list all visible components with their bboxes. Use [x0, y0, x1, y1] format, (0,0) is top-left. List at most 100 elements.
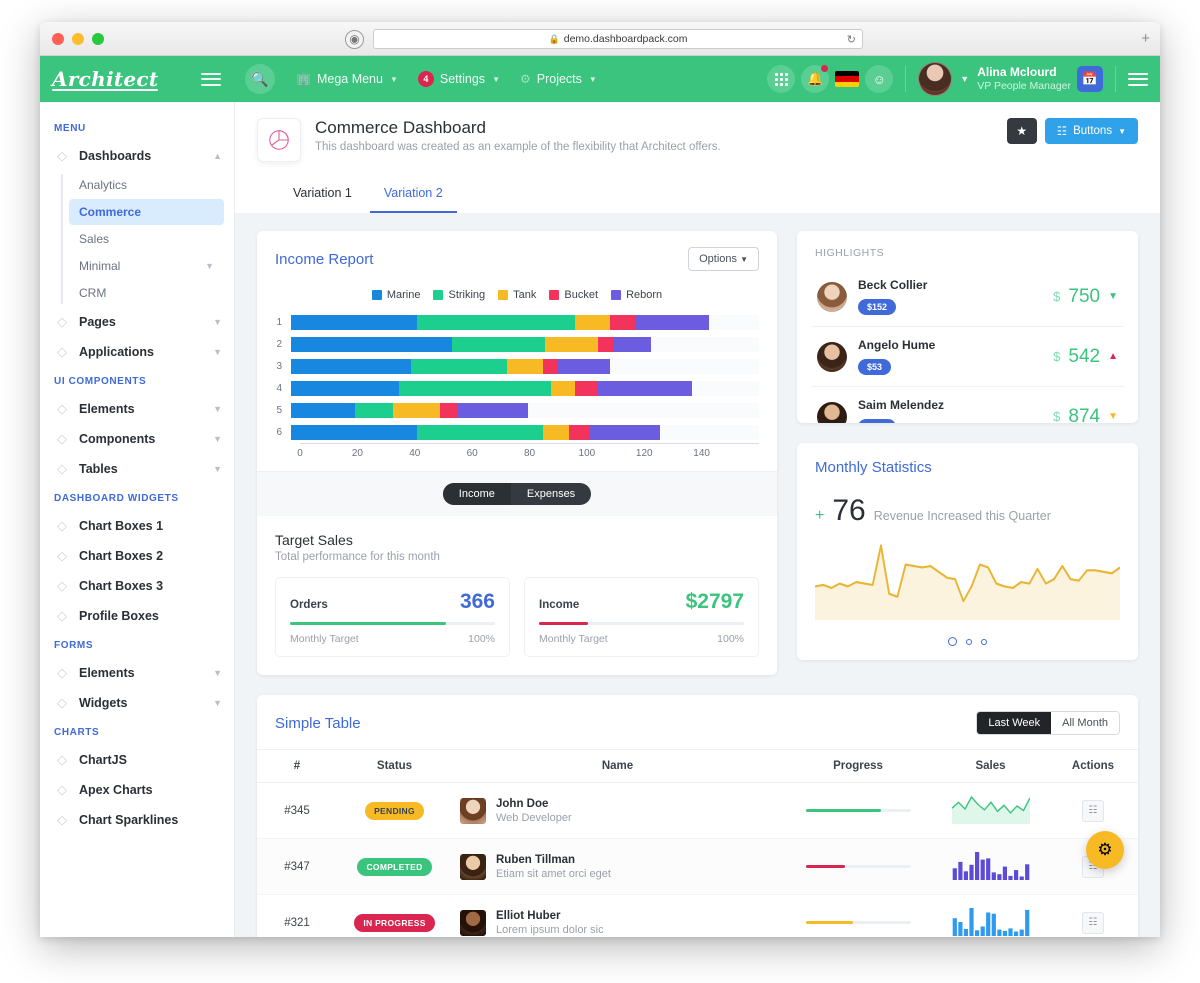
address-bar[interactable]: 🔒 demo.dashboardpack.com ↻ [373, 29, 863, 49]
table-row[interactable]: #345 PENDING John Doe Web Developer ☷ [257, 782, 1138, 839]
sidebar-item-elements[interactable]: ◇ Elements ▼ [40, 658, 234, 688]
legend-item[interactable]: Reborn [611, 289, 662, 301]
chevron-up-icon[interactable]: ▲ [1108, 351, 1118, 362]
sidebar-item-label: Elements [79, 666, 135, 680]
tab-variation-1[interactable]: Variation 1 [279, 176, 366, 213]
reader-view-icon[interactable]: ◉ [345, 30, 364, 49]
nav-mega-menu[interactable]: 🏢 Mega Menu ▼ [287, 66, 407, 92]
calendar-button[interactable]: 📅 [1077, 66, 1103, 92]
settings-fab-button[interactable]: ⚙ [1086, 831, 1124, 869]
sidebar-item-crm[interactable]: CRM [69, 280, 224, 306]
legend-item[interactable]: Striking [433, 289, 485, 301]
sidebar-item-label: Pages [79, 315, 116, 329]
table-row[interactable]: #321 IN PROGRESS Elliot Huber Lorem ipsu… [257, 894, 1138, 937]
close-window-button[interactable] [52, 32, 64, 45]
right-menu-toggle[interactable] [1128, 72, 1148, 86]
legend-item[interactable]: Marine [371, 289, 420, 301]
sidebar-item-analytics[interactable]: Analytics [69, 172, 224, 198]
sidebar-item-chart-sparklines[interactable]: ◇ Chart Sparklines [40, 805, 234, 835]
table-row[interactable]: #347 COMPLETED Ruben Tillman Etiam sit a… [257, 838, 1138, 895]
chevron-down-icon[interactable]: ▼ [1108, 291, 1118, 302]
maximize-window-button[interactable] [92, 32, 104, 45]
sparkline-icon: ◇ [57, 812, 67, 827]
favorite-button[interactable]: ★ [1006, 118, 1037, 144]
avatar [817, 341, 847, 372]
target-sales-title: Target Sales [275, 532, 353, 548]
sidebar-item-components[interactable]: ◇ Components ▼ [40, 424, 234, 454]
legend-item[interactable]: Tank [498, 289, 536, 301]
carousel-dot-1[interactable] [948, 637, 957, 646]
options-button[interactable]: Options ▼ [688, 247, 759, 271]
grid-menu-icon[interactable]: ☷ [1082, 799, 1104, 822]
sidebar-item-label: ChartJS [79, 753, 127, 767]
sidebar-item-pages[interactable]: ◇ Pages ▼ [40, 307, 234, 337]
sidebar-item-label: Chart Sparklines [79, 813, 179, 827]
carousel-dots[interactable] [815, 625, 1120, 646]
highlight-row[interactable]: Beck Collier $152 $ 750 ▼ [811, 267, 1124, 326]
grid-apps-button[interactable] [767, 65, 796, 93]
sidebar-item-profile-boxes[interactable]: ◇ Profile Boxes [40, 601, 234, 631]
app-logo[interactable]: Architect [52, 67, 158, 91]
row-name-cell: Ruben Tillman Etiam sit amet orci eget [452, 838, 783, 895]
sidebar-item-applications[interactable]: ◇ Applications ▼ [40, 337, 234, 367]
toggle-expenses[interactable]: Expenses [511, 483, 591, 505]
language-flag-button[interactable] [835, 71, 860, 87]
target-sales-label: Orders [290, 599, 328, 611]
progress-track [805, 864, 911, 869]
variation-tabs[interactable]: Variation 1 Variation 2 [257, 176, 1138, 213]
sidebar-item-dashboards[interactable]: ◇ Dashboards ▲ [40, 141, 234, 171]
nav-projects-label: Projects [536, 72, 582, 86]
grid-menu-icon[interactable]: ☷ [1082, 911, 1104, 934]
sidebar-item-chart-boxes-3[interactable]: ◇ Chart Boxes 3 [40, 571, 234, 601]
tab-variation-2[interactable]: Variation 2 [369, 176, 457, 213]
sidebar-item-elements[interactable]: ◇ Elements ▼ [40, 394, 234, 424]
table-column-header: Status [337, 749, 452, 783]
sidebar-item-chart-boxes-1[interactable]: ◇ Chart Boxes 1 [40, 511, 234, 541]
sidebar-toggle-button[interactable] [201, 72, 221, 86]
bar-category-label: 2 [276, 338, 282, 350]
main-content: Commerce Dashboard This dashboard was cr… [235, 102, 1160, 937]
chevron-down-icon[interactable]: ▼ [1108, 411, 1118, 422]
sidebar[interactable]: MENU ◇ Dashboards ▲ Analytics Commerce Sa… [40, 102, 235, 937]
row-sales-cell [933, 782, 1048, 839]
status-button[interactable]: ☺ [865, 65, 894, 93]
notifications-button[interactable]: 🔔 [801, 65, 830, 93]
window-icon: ◇ [57, 314, 67, 329]
minimize-window-button[interactable] [72, 32, 84, 45]
star-icon: ★ [1016, 124, 1028, 138]
sidebar-item-sales[interactable]: Sales [69, 226, 224, 252]
new-tab-button[interactable]: + [1141, 31, 1150, 46]
chevron-up-icon: ▲ [213, 151, 222, 161]
avatar [460, 853, 486, 880]
sidebar-item-commerce[interactable]: Commerce [69, 199, 224, 225]
carousel-dot-2[interactable] [966, 638, 972, 645]
sidebar-item-minimal[interactable]: Minimal ▼ [69, 253, 224, 279]
sidebar-item-chart-boxes-2[interactable]: ◇ Chart Boxes 2 [40, 541, 234, 571]
sidebar-item-apex-charts[interactable]: ◇ Apex Charts [40, 775, 234, 805]
sidebar-item-chartjs[interactable]: ◇ ChartJS [40, 745, 234, 775]
search-icon[interactable]: 🔍 [245, 64, 275, 94]
sidebar-item-widgets[interactable]: ◇ Widgets ▼ [40, 688, 234, 718]
sidebar-item-tables[interactable]: ◇ Tables ▼ [40, 454, 234, 484]
carousel-dot-3[interactable] [981, 638, 987, 645]
range-last-week[interactable]: Last Week [977, 712, 1052, 734]
user-menu[interactable]: ▼ Alina Mclourd VP People Manager [918, 62, 1071, 96]
bar-track [291, 314, 759, 330]
rocket-icon: ◇ [57, 148, 67, 163]
range-all-month[interactable]: All Month [1051, 712, 1119, 734]
toggle-income[interactable]: Income [442, 483, 511, 505]
monthly-statistics-title: Monthly Statistics [815, 459, 932, 476]
legend-item[interactable]: Bucket [549, 289, 598, 301]
avatar [460, 797, 486, 824]
buttons-dropdown[interactable]: ☷ Buttons ▼ [1044, 118, 1138, 144]
nav-projects[interactable]: ⚙ Projects ▼ [511, 66, 606, 92]
reload-icon[interactable]: ↻ [847, 33, 856, 46]
address-bar-url: demo.dashboardpack.com [563, 33, 688, 45]
highlight-row[interactable]: Saim Melendez $239 $ 874 ▼ [811, 386, 1124, 423]
bar-row: 6 [275, 421, 759, 443]
highlight-row[interactable]: Angelo Hume $53 $ 542 ▲ [811, 326, 1124, 386]
nav-settings[interactable]: 4 Settings ▼ [409, 65, 509, 93]
window-controls[interactable] [52, 32, 104, 45]
range-selector[interactable]: Last Week All Month [976, 711, 1120, 735]
bar-segment [291, 314, 417, 330]
